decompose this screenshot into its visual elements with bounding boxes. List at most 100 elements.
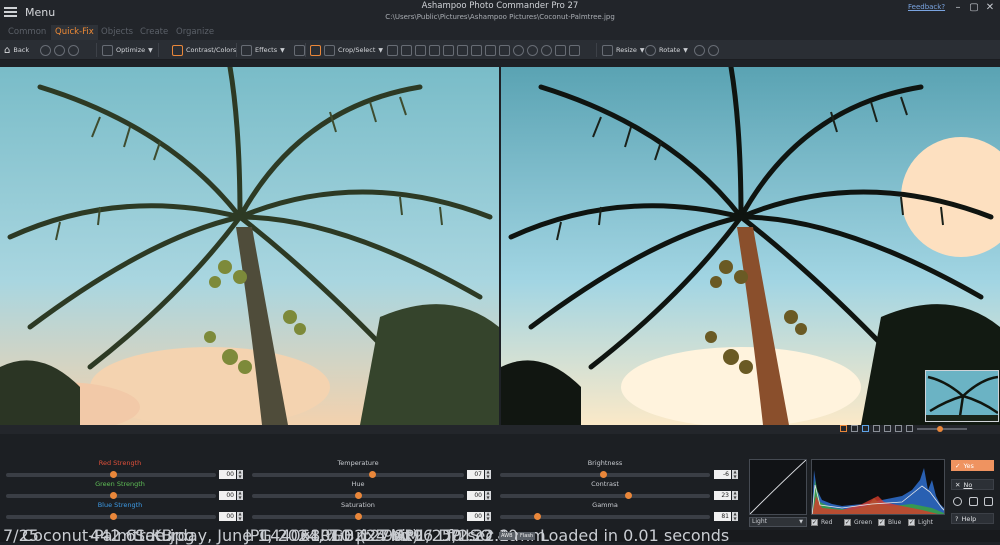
contrast-colors-button[interactable]: Contrast/Colors xyxy=(172,42,236,58)
undo-all-icon[interactable] xyxy=(54,44,65,56)
temperature-slider[interactable] xyxy=(252,471,464,478)
histogram xyxy=(811,459,945,515)
crop-select-button[interactable]: Crop/Select ▼ xyxy=(310,42,383,58)
blue-strength-value[interactable]: 00 xyxy=(219,512,236,521)
checkbox-blue[interactable]: ✓ Blue xyxy=(878,518,901,527)
navigator-thumbnail[interactable] xyxy=(925,370,999,422)
close-button[interactable]: ✕ xyxy=(982,1,998,15)
gamma-slider[interactable] xyxy=(500,513,710,520)
green-strength-slider[interactable] xyxy=(6,492,216,499)
straighten-icon[interactable] xyxy=(569,44,580,56)
redeye-icon[interactable] xyxy=(513,44,524,56)
blue-strength-spinner[interactable]: ▲ ▼ xyxy=(237,511,243,521)
hue-spinner[interactable]: ▲ ▼ xyxy=(485,490,491,500)
resize-button[interactable]: Resize ▼ xyxy=(602,42,644,58)
stamp-icon[interactable] xyxy=(471,44,482,56)
blue-strength-knob[interactable] xyxy=(110,513,117,520)
contrast-knob[interactable] xyxy=(625,492,632,499)
original-image-view[interactable] xyxy=(0,67,499,425)
red-strength-slider[interactable] xyxy=(6,471,216,478)
crop-icon xyxy=(324,44,335,56)
checkbox-light[interactable]: ✓ Light xyxy=(908,518,933,527)
redo-icon[interactable] xyxy=(68,44,79,56)
rotate-button[interactable]: Rotate ▼ xyxy=(645,42,719,58)
tab-create[interactable]: Create xyxy=(136,25,172,40)
brightness-spinner[interactable]: ▲ ▼ xyxy=(732,469,738,479)
tab-common[interactable]: Common xyxy=(4,25,50,40)
checkbox-red[interactable]: ✓ Red xyxy=(811,518,832,527)
curve-channel-select[interactable]: Light ▼ xyxy=(749,517,807,527)
temperature-value[interactable]: 07 xyxy=(467,470,484,479)
undo-icon[interactable] xyxy=(40,44,51,56)
green-strength-spinner[interactable]: ▲ ▼ xyxy=(237,490,243,500)
zoom-slider-knob[interactable] xyxy=(937,425,943,432)
rotate-left-icon[interactable] xyxy=(693,44,705,56)
red-strength-knob[interactable] xyxy=(110,471,117,478)
frame-icon[interactable] xyxy=(293,44,305,56)
no-button[interactable]: ✕ No xyxy=(951,479,994,490)
contrast-spinner[interactable]: ▲ ▼ xyxy=(732,490,738,500)
contrast-slider[interactable] xyxy=(500,492,710,499)
eraser-icon[interactable] xyxy=(443,44,454,56)
text-icon[interactable] xyxy=(485,44,496,56)
rect-icon[interactable] xyxy=(401,44,412,56)
rotate-right-icon[interactable] xyxy=(707,44,719,56)
saturation-slider[interactable] xyxy=(252,513,464,520)
contrast-value[interactable]: 23 xyxy=(714,491,731,500)
split-view-icon[interactable] xyxy=(862,425,869,432)
brightness-slider[interactable] xyxy=(500,471,710,478)
green-strength-knob[interactable] xyxy=(110,492,117,499)
saturation-value[interactable]: 00 xyxy=(467,512,484,521)
tab-organize[interactable]: Organize xyxy=(172,25,218,40)
back-button[interactable]: ⌂ Back xyxy=(4,42,29,58)
save-as-icon[interactable] xyxy=(984,497,993,506)
checkbox-green[interactable]: ✓ Green xyxy=(844,518,872,527)
compare-icon[interactable] xyxy=(851,425,858,432)
red-strength-spinner[interactable]: ▲ ▼ xyxy=(237,469,243,479)
temperature-knob[interactable] xyxy=(369,471,376,478)
crop-view-icon[interactable] xyxy=(906,425,913,432)
stretch-icon[interactable] xyxy=(555,44,566,56)
blue-strength-slider[interactable] xyxy=(6,513,216,520)
temperature-label: Temperature xyxy=(337,459,379,467)
save-icon[interactable] xyxy=(969,497,978,506)
green-strength-value[interactable]: 00 xyxy=(219,491,236,500)
gamma-value[interactable]: 81 xyxy=(714,512,731,521)
select-icon[interactable] xyxy=(387,44,398,56)
hue-knob[interactable] xyxy=(355,492,362,499)
fill-icon[interactable] xyxy=(457,44,468,56)
gamma-knob[interactable] xyxy=(534,513,541,520)
chevron-down-icon: ▼ xyxy=(280,46,285,54)
saturation-spinner[interactable]: ▲ ▼ xyxy=(485,511,491,521)
feedback-link[interactable]: Feedback? xyxy=(908,3,945,11)
yes-button[interactable]: ✓ Yes xyxy=(951,460,994,471)
brightness-knob[interactable] xyxy=(600,471,607,478)
expand-icon[interactable] xyxy=(895,425,902,432)
hue-slider[interactable] xyxy=(252,492,464,499)
gamma-spinner[interactable]: ▲ ▼ xyxy=(732,511,738,521)
tab-quick-fix[interactable]: Quick-Fix xyxy=(51,25,98,40)
blur-icon[interactable] xyxy=(527,44,538,56)
red-strength-value[interactable]: 00 xyxy=(219,470,236,479)
reset-icon[interactable] xyxy=(953,497,962,506)
effects-button[interactable]: Effects ▼ xyxy=(241,42,305,58)
optimize-button[interactable]: Optimize ▼ xyxy=(102,42,153,58)
temperature-spinner[interactable]: ▲ ▼ xyxy=(485,469,491,479)
sharpen-icon[interactable] xyxy=(541,44,552,56)
tab-objects[interactable]: Objects xyxy=(97,25,137,40)
saturation-knob[interactable] xyxy=(355,513,362,520)
minimize-button[interactable]: – xyxy=(950,1,966,15)
zoom-slider[interactable] xyxy=(917,425,967,432)
help-button[interactable]: ? Help xyxy=(951,513,994,524)
lasso-icon[interactable] xyxy=(415,44,426,56)
brush-icon[interactable] xyxy=(429,44,440,56)
fit-icon[interactable] xyxy=(873,425,880,432)
hue-value[interactable]: 00 xyxy=(467,491,484,500)
fullscreen-icon[interactable] xyxy=(884,425,891,432)
pen-icon[interactable] xyxy=(499,44,510,56)
tone-curve-editor[interactable] xyxy=(749,459,807,515)
hand-icon xyxy=(310,44,321,56)
brightness-value[interactable]: -6 xyxy=(714,470,731,479)
star-icon[interactable] xyxy=(840,425,847,432)
maximize-button[interactable]: ▢ xyxy=(966,1,982,15)
